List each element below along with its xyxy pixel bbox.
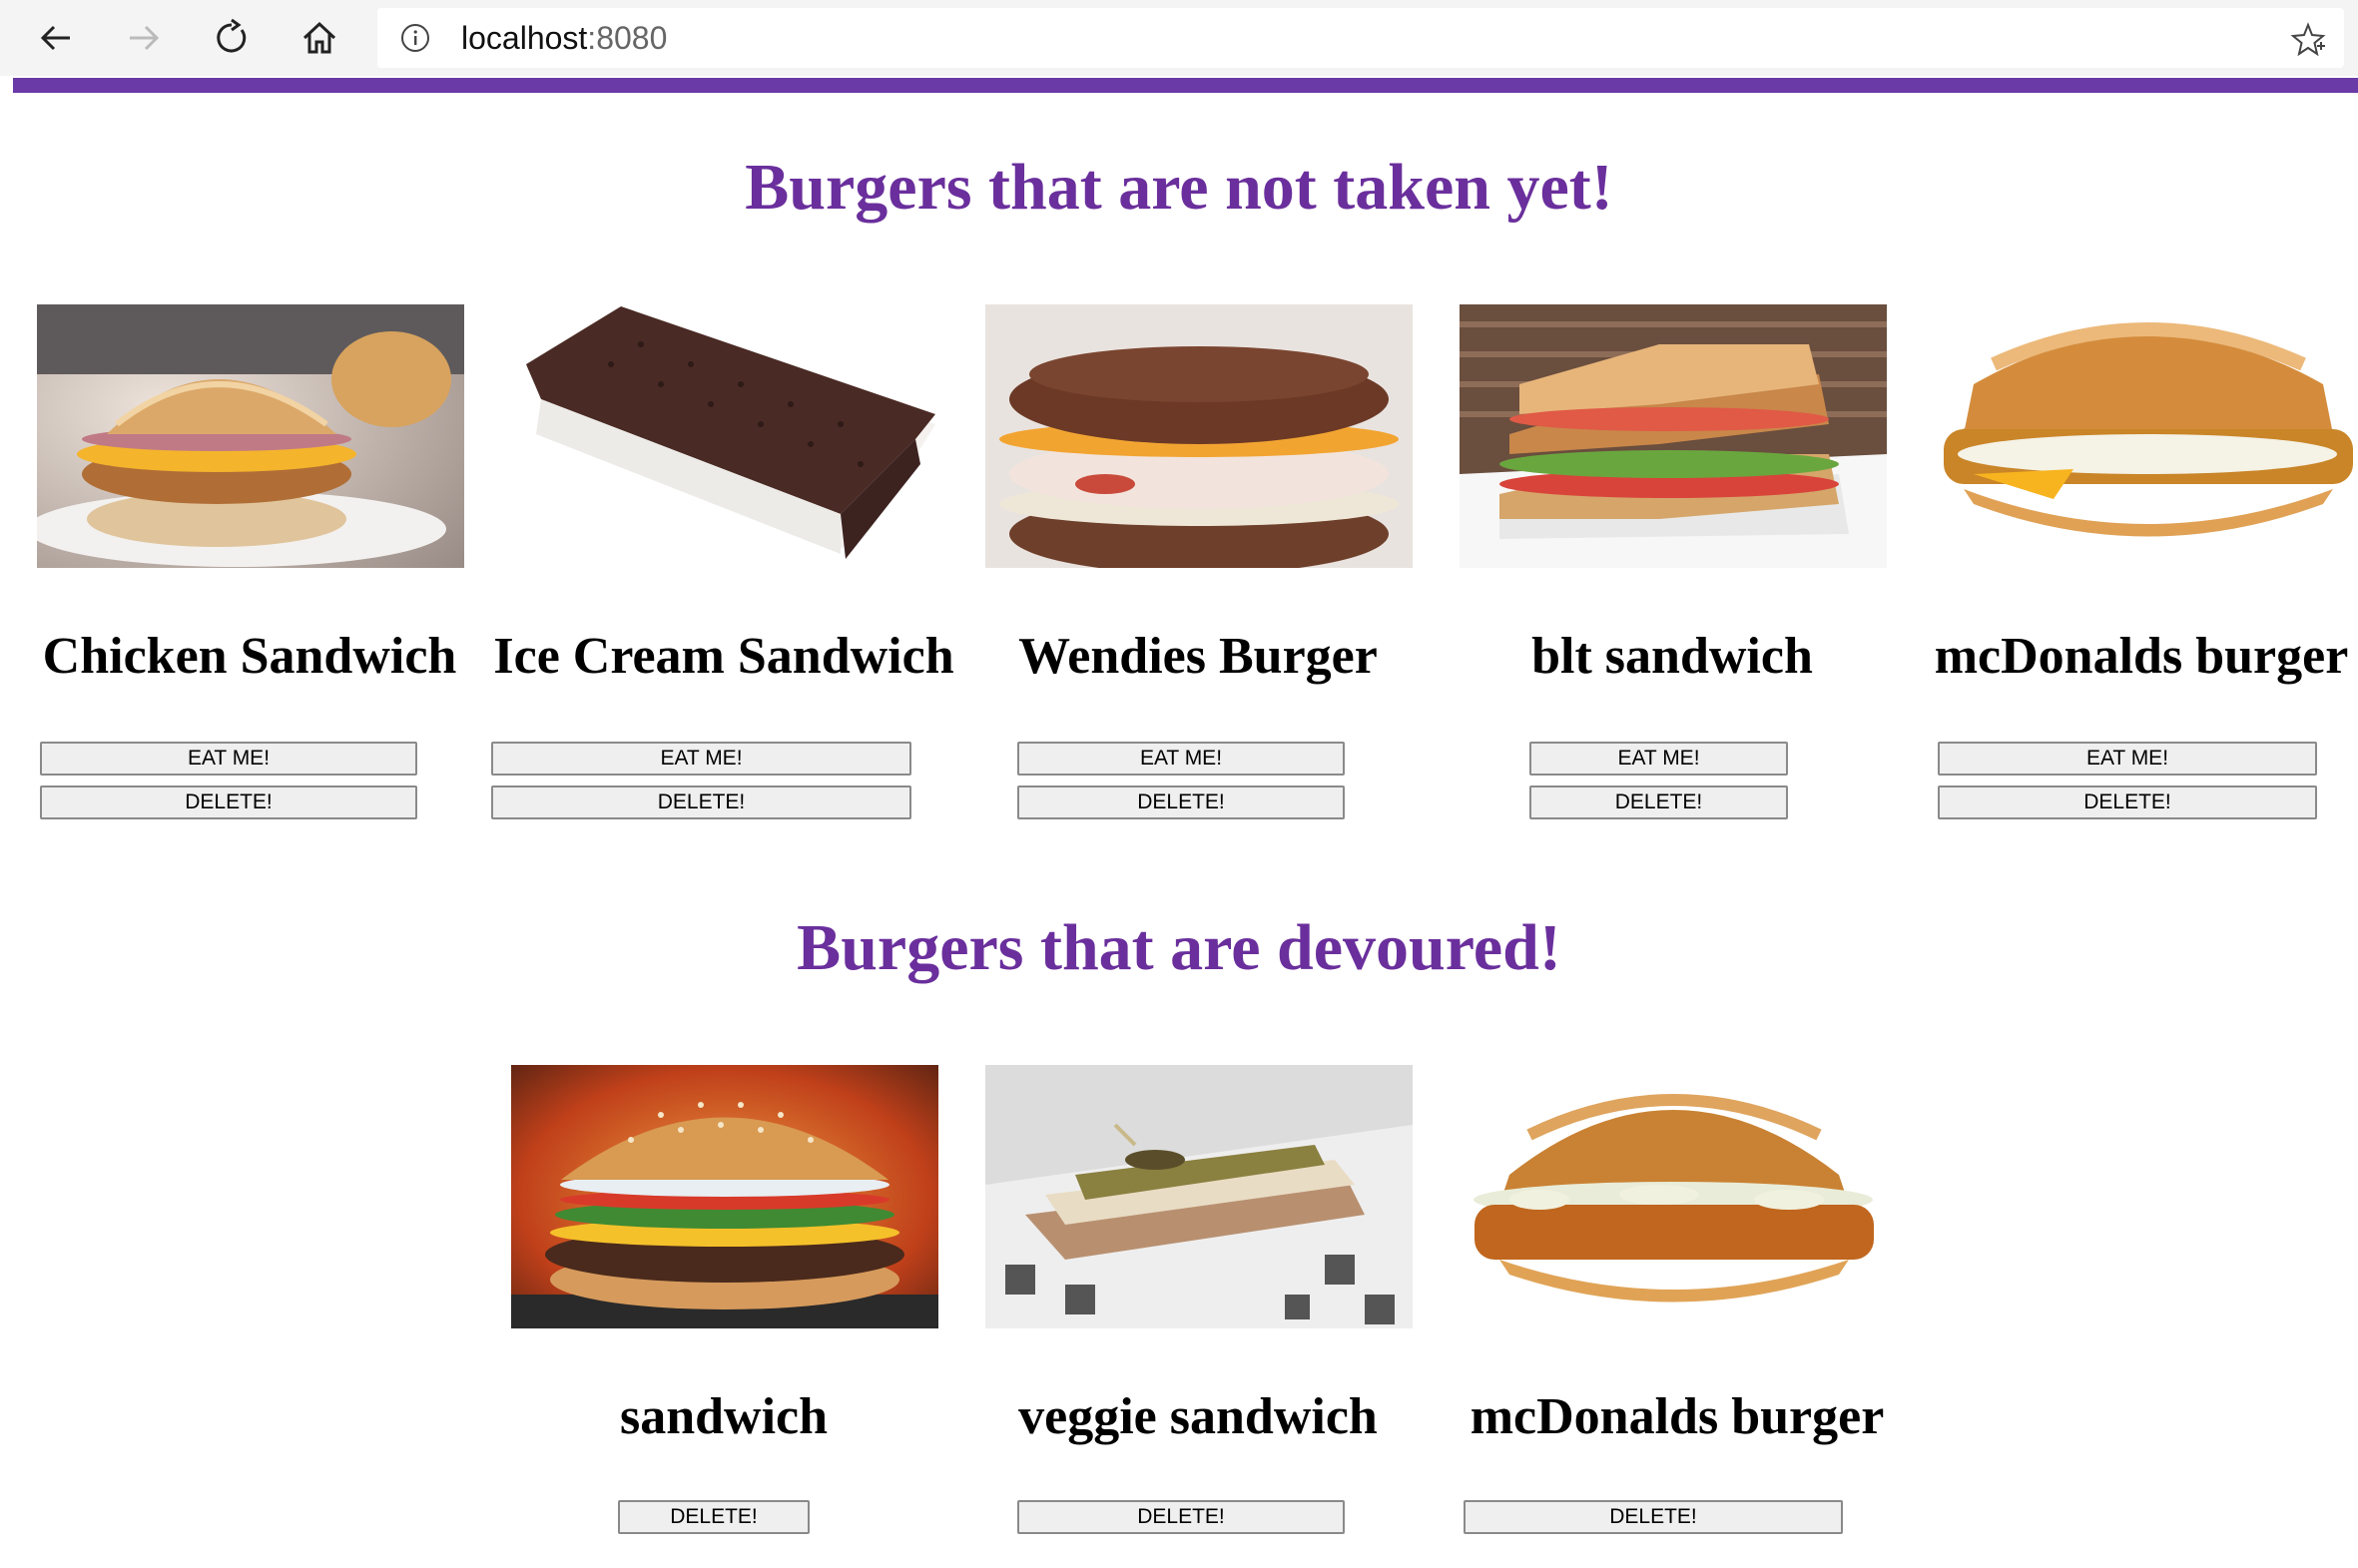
back-button[interactable]	[30, 12, 82, 64]
favorite-star-icon[interactable]	[2290, 22, 2326, 58]
delete-button[interactable]: DELETE!	[618, 1500, 810, 1534]
address-bar[interactable]: localhost:8080	[377, 8, 2344, 68]
delete-button[interactable]: DELETE!	[1017, 1500, 1345, 1534]
forward-button[interactable]	[118, 12, 170, 64]
burger-name: veggie sandwich	[1018, 1388, 1378, 1445]
address-url: localhost:8080	[461, 22, 667, 54]
burger-name: Wendies Burger	[1018, 628, 1378, 685]
eat-me-button[interactable]: EAT ME!	[1938, 742, 2317, 776]
burger-image-blt-sandwich	[1460, 304, 1887, 568]
refresh-button[interactable]	[206, 12, 258, 64]
refresh-icon	[217, 18, 247, 53]
forward-arrow-icon	[130, 25, 160, 51]
burger-image-mcdonalds-burger	[1934, 304, 2358, 568]
delete-button[interactable]: DELETE!	[40, 785, 417, 819]
delete-button[interactable]: DELETE!	[1529, 785, 1788, 819]
burger-name: sandwich	[619, 1388, 829, 1445]
url-port: :8080	[587, 20, 668, 56]
delete-button[interactable]: DELETE!	[491, 785, 911, 819]
home-button[interactable]	[294, 12, 345, 64]
browser-toolbar: localhost:8080	[0, 0, 2358, 76]
eat-me-button[interactable]: EAT ME!	[1529, 742, 1788, 776]
url-host: localhost	[461, 20, 588, 56]
eat-me-button[interactable]: EAT ME!	[491, 742, 911, 776]
devoured-section-title: Burgers that are devoured!	[797, 911, 1561, 984]
burger-name: mcDonalds burger	[1470, 1388, 1885, 1445]
burger-image-chicken-sandwich	[37, 304, 464, 568]
burger-name: blt sandwich	[1531, 628, 1813, 685]
burger-name: mcDonalds burger	[1934, 628, 2349, 685]
burger-name: Chicken Sandwich	[42, 628, 457, 685]
delete-button[interactable]: DELETE!	[1017, 785, 1345, 819]
burger-image-mcdonalds-burger	[1460, 1065, 1887, 1328]
page-header-bar	[13, 78, 2358, 93]
burger-image-veggie-sandwich	[985, 1065, 1413, 1328]
burger-image-sandwich	[511, 1065, 938, 1328]
home-icon	[302, 21, 336, 54]
burger-name: Ice Cream Sandwich	[493, 628, 954, 685]
burger-image-ice-cream-sandwich	[511, 304, 938, 568]
eat-me-button[interactable]: EAT ME!	[40, 742, 417, 776]
info-icon	[401, 24, 429, 52]
delete-button[interactable]: DELETE!	[1938, 785, 2317, 819]
eat-me-button[interactable]: EAT ME!	[1017, 742, 1345, 776]
burger-image-wendies-burger	[985, 304, 1413, 568]
back-arrow-icon	[40, 25, 70, 51]
available-section-title: Burgers that are not taken yet!	[745, 151, 1613, 224]
delete-button[interactable]: DELETE!	[1464, 1500, 1843, 1534]
